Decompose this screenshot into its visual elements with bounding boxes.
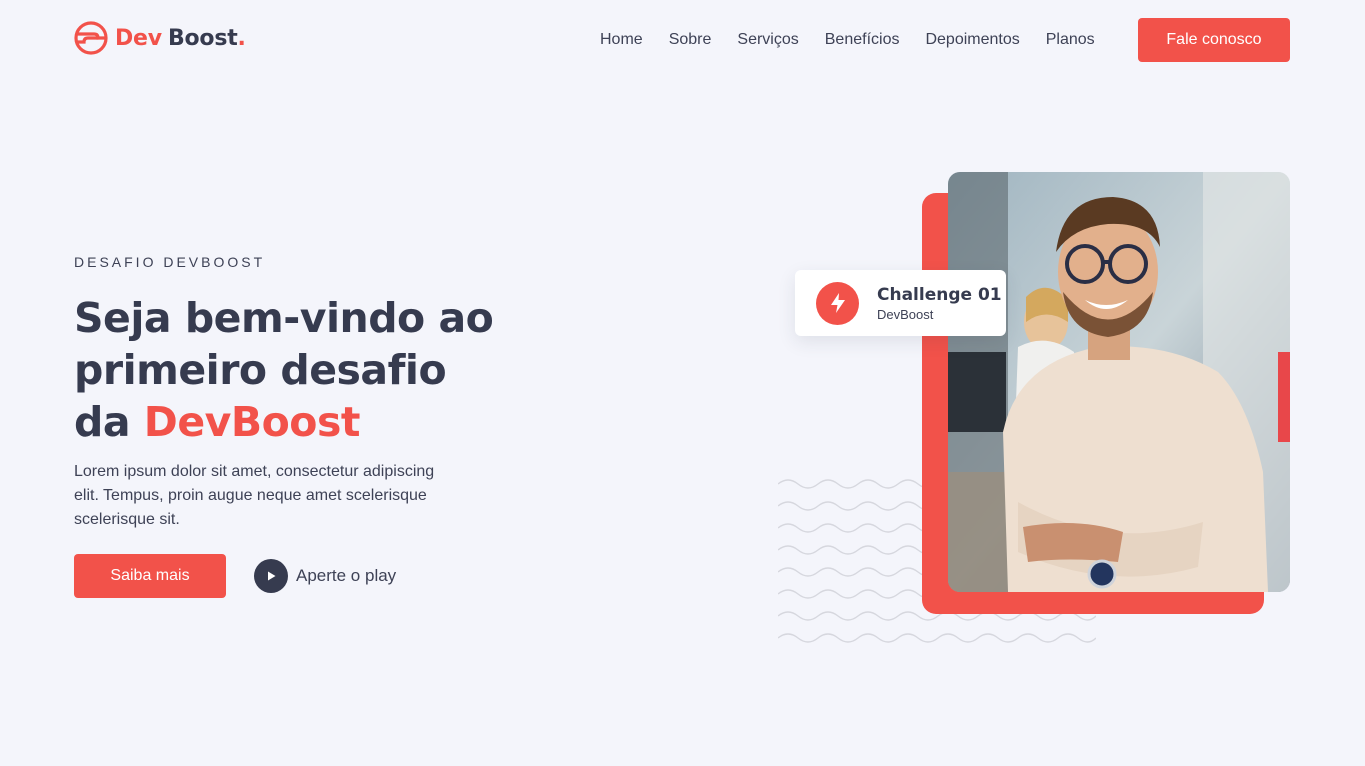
learn-more-button[interactable]: Saiba mais	[74, 554, 226, 598]
brand-name-boost: Boost	[167, 25, 238, 51]
contact-button[interactable]: Fale conosco	[1138, 18, 1290, 62]
hero-title-line1: Seja bem-vindo ao	[74, 294, 494, 342]
challenge-badge: Challenge 01 DevBoost	[795, 270, 1006, 336]
nav-item-depoimentos[interactable]: Depoimentos	[925, 30, 1019, 50]
badge-text: Challenge 01 DevBoost	[877, 285, 1002, 322]
brand-logo[interactable]: Dev Boost.	[74, 21, 246, 55]
brand-wordmark: Dev Boost.	[115, 26, 246, 51]
smiling-man-photo	[948, 172, 1290, 592]
nav-item-planos[interactable]: Planos	[1046, 30, 1095, 50]
hero-title-line2: primeiro desafio	[74, 346, 447, 394]
nav-item-beneficios[interactable]: Benefícios	[825, 30, 900, 50]
brand-name-dot: .	[237, 25, 246, 51]
brand-name-dev: Dev	[115, 25, 162, 51]
hero-description: Lorem ipsum dolor sit amet, consectetur …	[74, 463, 435, 528]
nav-item-servicos[interactable]: Serviços	[737, 30, 798, 50]
play-label: Aperte o play	[296, 565, 397, 585]
hero-title: Seja bem-vindo ao primeiro desafio da De…	[74, 292, 494, 448]
nav-item-home[interactable]: Home	[600, 30, 643, 50]
play-icon[interactable]	[254, 558, 288, 593]
site-header: Dev Boost. Home Sobre Serviços Benefícios…	[0, 0, 1365, 80]
lightning-icon	[816, 281, 859, 325]
badge-subtitle: DevBoost	[877, 306, 934, 322]
hero-title-line3-prefix: da	[74, 398, 144, 446]
nav-item-sobre[interactable]: Sobre	[669, 30, 712, 50]
devboost-logo-icon	[74, 21, 108, 55]
play-video-button[interactable]: Aperte o play	[254, 558, 396, 593]
hero-eyebrow: DESAFIO DEVBOOST	[74, 254, 266, 270]
badge-title: Challenge 01	[877, 284, 1002, 305]
main-nav: Home Sobre Serviços Benefícios Depoiment…	[600, 30, 1095, 50]
hero-title-accent: DevBoost	[143, 398, 361, 446]
